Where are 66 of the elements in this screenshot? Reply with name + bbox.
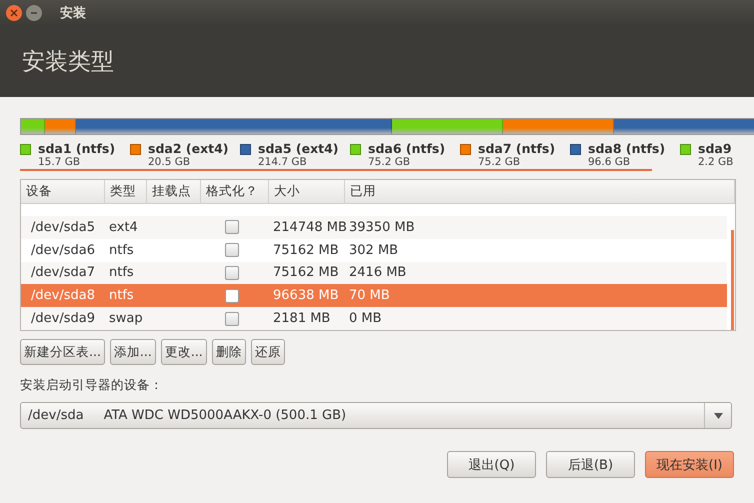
used-cell-text: 2416 MB bbox=[348, 265, 408, 280]
table-row[interactable]: /dev/sda9 swap 2181 MB 0 MB bbox=[21, 307, 727, 330]
minimize-icon[interactable] bbox=[26, 5, 42, 21]
used-cell-text: 39350 MB bbox=[348, 220, 416, 235]
type-cell-text: ntfs bbox=[108, 288, 135, 304]
column-header[interactable]: 挂载点 bbox=[147, 180, 201, 204]
partition-name: sda6 (ntfs) bbox=[368, 141, 446, 156]
partition-button[interactable]: 更改... bbox=[160, 339, 207, 365]
type-cell-text: ntfs bbox=[108, 242, 135, 258]
size-cell-text: 75162 MB bbox=[272, 242, 340, 258]
size-cell-text: 96638 MB bbox=[272, 288, 340, 304]
device-path: /dev/sda bbox=[28, 408, 84, 423]
partition-name: sda9 bbox=[698, 141, 733, 156]
partition-name: sda2 (ext4) bbox=[148, 141, 230, 156]
device-cell-text: /dev/sda7 bbox=[30, 265, 96, 280]
bootloader-label: 安装启动引导器的设备： bbox=[20, 377, 164, 394]
dialog-button[interactable]: 现在安装(I) bbox=[645, 451, 734, 478]
device-cell-text: /dev/sda5 bbox=[30, 220, 96, 235]
format-checkbox[interactable] bbox=[225, 243, 239, 258]
partition-name: sda5 (ext4) bbox=[258, 141, 340, 156]
bootloader-dropdown[interactable]: /dev/sda ATA WDC WD5000AAKX-0 (500.1 GB) bbox=[20, 402, 732, 429]
dropdown-arrow-icon[interactable] bbox=[714, 412, 722, 418]
partition-size: 75.2 GB bbox=[478, 156, 522, 168]
size-cell-text: 214748 MB bbox=[272, 220, 345, 235]
format-checkbox[interactable] bbox=[225, 266, 239, 280]
device-cell-text: /dev/sda6 bbox=[30, 242, 96, 258]
partition-button[interactable]: 还原 bbox=[250, 339, 285, 365]
type-cell-text: ext4 bbox=[108, 220, 139, 235]
format-checkbox[interactable] bbox=[225, 312, 239, 326]
partition-size: 15.7 GB bbox=[38, 156, 82, 168]
partition-name: sda8 (ntfs) bbox=[588, 141, 666, 156]
column-header[interactable]: 大小 bbox=[269, 180, 345, 204]
column-header[interactable]: 已用 bbox=[345, 180, 735, 204]
partition-size: 20.5 GB bbox=[148, 156, 192, 168]
close-icon[interactable] bbox=[6, 5, 22, 21]
partition-size: 96.6 GB bbox=[588, 156, 632, 168]
size-cell-text: 75162 MB bbox=[272, 265, 340, 280]
page-title: 安装类型 bbox=[22, 48, 114, 77]
partition-size: 2.2 GB bbox=[698, 156, 734, 168]
size-cell-text: 2181 MB bbox=[272, 311, 332, 326]
partition-button[interactable]: 删除 bbox=[212, 339, 246, 365]
partition-name: sda1 (ntfs) bbox=[38, 141, 116, 156]
used-cell-text: 70 MB bbox=[348, 288, 391, 304]
type-cell-text: ntfs bbox=[108, 265, 135, 280]
window-title: 安装 bbox=[60, 4, 86, 22]
partition-button[interactable]: 添加... bbox=[110, 339, 156, 365]
table-row[interactable]: /dev/sda5 ext4 214748 MB 39350 MB bbox=[21, 216, 727, 239]
partition-button[interactable]: 新建分区表... bbox=[20, 339, 105, 365]
device-cell-text: /dev/sda8 bbox=[30, 288, 96, 304]
dialog-button[interactable]: 后退(B) bbox=[546, 451, 635, 478]
partition-name: sda7 (ntfs) bbox=[478, 141, 556, 156]
type-cell-text: swap bbox=[108, 311, 144, 326]
column-header[interactable]: 格式化？ bbox=[201, 180, 269, 204]
partition-size: 214.7 GB bbox=[258, 156, 308, 168]
format-checkbox[interactable] bbox=[225, 288, 239, 303]
dialog-button[interactable]: 退出(Q) bbox=[447, 451, 536, 478]
partition-segment bbox=[21, 119, 46, 134]
table-row[interactable]: /dev/sda7 ntfs 75162 MB 2416 MB bbox=[21, 262, 727, 284]
used-cell-text: 0 MB bbox=[348, 311, 383, 326]
device-cell-text: /dev/sda9 bbox=[30, 311, 96, 326]
device-description: ATA WDC WD5000AAKX-0 (500.1 GB) bbox=[104, 408, 348, 423]
partition-size: 75.2 GB bbox=[368, 156, 412, 168]
column-header[interactable]: 类型 bbox=[105, 180, 147, 204]
used-cell-text: 302 MB bbox=[348, 242, 400, 258]
column-header[interactable]: 设备 bbox=[21, 180, 105, 204]
format-checkbox[interactable] bbox=[225, 220, 239, 234]
